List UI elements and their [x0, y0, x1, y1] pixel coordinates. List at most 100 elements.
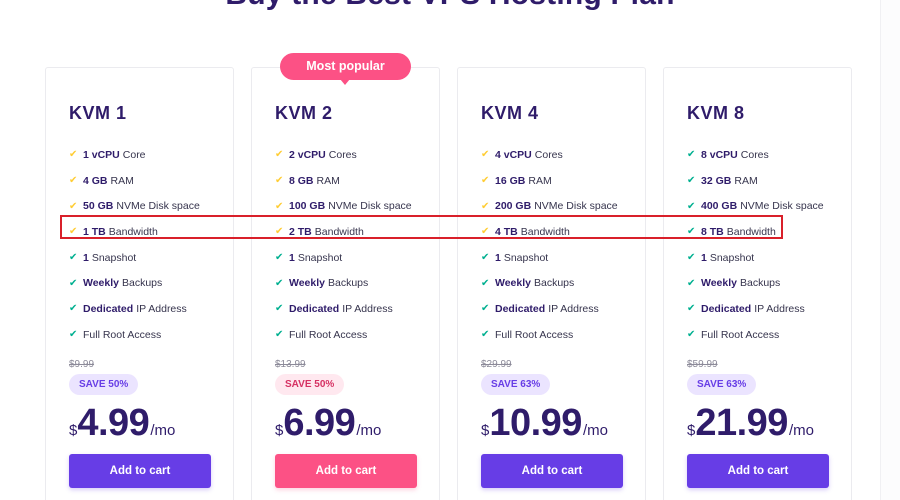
feature-item: ✔ 8 GB RAM	[275, 168, 412, 194]
original-price: $29.99	[481, 359, 512, 370]
price-amount: 6.99	[283, 402, 356, 444]
feature-value: 4 TB	[495, 225, 518, 238]
plan-name: KVM 2	[275, 103, 333, 123]
feature-item: ✔ Full Root Access	[69, 322, 200, 348]
feature-item: ✔ 4 vCPU Cores	[481, 142, 618, 168]
feature-label: Bandwidth	[314, 225, 364, 238]
price-amount: 4.99	[77, 402, 150, 444]
feature-value: 1	[495, 251, 501, 264]
price-period: /mo	[150, 422, 176, 439]
feature-value: 2 TB	[289, 225, 312, 238]
add-to-cart-button[interactable]: Add to cart	[69, 454, 211, 488]
feature-item: ✔ 1 Snapshot	[687, 245, 824, 271]
add-to-cart-button[interactable]: Add to cart	[481, 454, 623, 488]
price: $ 21.99 /mo	[687, 402, 814, 445]
feature-list: ✔ 1 vCPU Core ✔ 4 GB RAM ✔ 50 GB NVMe Di…	[69, 142, 200, 348]
feature-label: IP Address	[342, 302, 393, 315]
page-title: Buy the Best VPS Hosting Plan	[0, 0, 900, 12]
feature-label: IP Address	[754, 302, 805, 315]
feature-label: IP Address	[548, 302, 599, 315]
price-amount: 10.99	[489, 402, 582, 444]
feature-item: ✔ Dedicated IP Address	[69, 296, 200, 322]
price-period: /mo	[356, 422, 382, 439]
feature-item: ✔ 50 GB NVMe Disk space	[69, 193, 200, 219]
check-icon: ✔	[69, 277, 78, 289]
feature-label: NVMe Disk space	[328, 200, 412, 213]
most-popular-badge: Most popular	[280, 53, 411, 85]
feature-label: Bandwidth	[108, 225, 158, 238]
feature-value: 1 TB	[83, 225, 106, 238]
discount-badge: SAVE 50%	[275, 374, 345, 395]
feature-value: Dedicated	[289, 302, 340, 315]
feature-value: 50 GB	[83, 200, 114, 213]
check-icon: ✔	[481, 226, 490, 238]
feature-label: Backups	[534, 277, 575, 290]
feature-label: RAM	[528, 174, 552, 187]
feature-label: Full Root Access	[289, 328, 368, 341]
feature-value: 8 vCPU	[701, 148, 738, 161]
plan-card-kvm-8: KVM 8 ✔ 8 vCPU Cores ✔ 32 GB RAM ✔ 400 G…	[663, 67, 852, 500]
feature-item: ✔ 400 GB NVMe Disk space	[687, 193, 824, 219]
feature-label: Backups	[328, 277, 369, 290]
feature-item: ✔ 200 GB NVMe Disk space	[481, 193, 618, 219]
check-icon: ✔	[69, 175, 78, 187]
feature-item: ✔ 8 vCPU Cores	[687, 142, 824, 168]
check-icon: ✔	[481, 175, 490, 187]
check-icon: ✔	[687, 277, 696, 289]
feature-value: 2 vCPU	[289, 148, 326, 161]
discount-badge: SAVE 63%	[481, 374, 551, 395]
feature-item: ✔ Full Root Access	[275, 322, 412, 348]
feature-label: Snapshot	[297, 251, 343, 264]
feature-value: 400 GB	[701, 200, 738, 213]
check-icon: ✔	[69, 149, 78, 161]
feature-item: ✔ Weekly Backups	[687, 270, 824, 296]
check-icon: ✔	[687, 329, 696, 341]
page-scrollbar-track[interactable]	[880, 0, 900, 500]
check-icon: ✔	[687, 200, 696, 212]
check-icon: ✔	[687, 175, 696, 187]
feature-item: ✔ 1 Snapshot	[69, 245, 200, 271]
feature-value: 1 vCPU	[83, 148, 120, 161]
feature-value: 1	[83, 251, 89, 264]
feature-value: 1	[701, 251, 707, 264]
feature-label: Full Root Access	[83, 328, 162, 341]
feature-item: ✔ 1 Snapshot	[481, 245, 618, 271]
check-icon: ✔	[481, 303, 490, 315]
feature-item: ✔ Dedicated IP Address	[481, 296, 618, 322]
original-price: $59.99	[687, 359, 718, 370]
discount-badge: SAVE 63%	[687, 374, 757, 395]
price-currency: $	[69, 422, 78, 439]
price: $ 6.99 /mo	[275, 402, 381, 445]
check-icon: ✔	[69, 226, 78, 238]
price-currency: $	[275, 422, 284, 439]
add-to-cart-button[interactable]: Add to cart	[275, 454, 417, 488]
check-icon: ✔	[481, 200, 490, 212]
feature-item: ✔ 8 TB Bandwidth	[687, 219, 824, 245]
check-icon: ✔	[69, 329, 78, 341]
feature-item: ✔ 1 vCPU Core	[69, 142, 200, 168]
plan-name: KVM 4	[481, 103, 539, 123]
feature-label: IP Address	[136, 302, 187, 315]
feature-item: ✔ 4 GB RAM	[69, 168, 200, 194]
feature-label: Bandwidth	[726, 225, 776, 238]
price-period: /mo	[788, 422, 814, 439]
check-icon: ✔	[275, 175, 284, 187]
original-price: $13.99	[275, 359, 306, 370]
feature-value: 16 GB	[495, 174, 526, 187]
feature-value: Dedicated	[83, 302, 134, 315]
price-amount: 21.99	[695, 402, 788, 444]
check-icon: ✔	[275, 200, 284, 212]
feature-list: ✔ 8 vCPU Cores ✔ 32 GB RAM ✔ 400 GB NVMe…	[687, 142, 824, 348]
check-icon: ✔	[69, 200, 78, 212]
check-icon: ✔	[275, 303, 284, 315]
feature-item: ✔ 32 GB RAM	[687, 168, 824, 194]
check-icon: ✔	[69, 252, 78, 264]
feature-label: Cores	[740, 148, 769, 161]
add-to-cart-button[interactable]: Add to cart	[687, 454, 829, 488]
feature-label: Cores	[328, 148, 357, 161]
feature-value: Weekly	[83, 277, 119, 290]
feature-value: 8 GB	[289, 174, 314, 187]
feature-item: ✔ 2 vCPU Cores	[275, 142, 412, 168]
price: $ 10.99 /mo	[481, 402, 608, 445]
feature-item: ✔ Weekly Backups	[481, 270, 618, 296]
